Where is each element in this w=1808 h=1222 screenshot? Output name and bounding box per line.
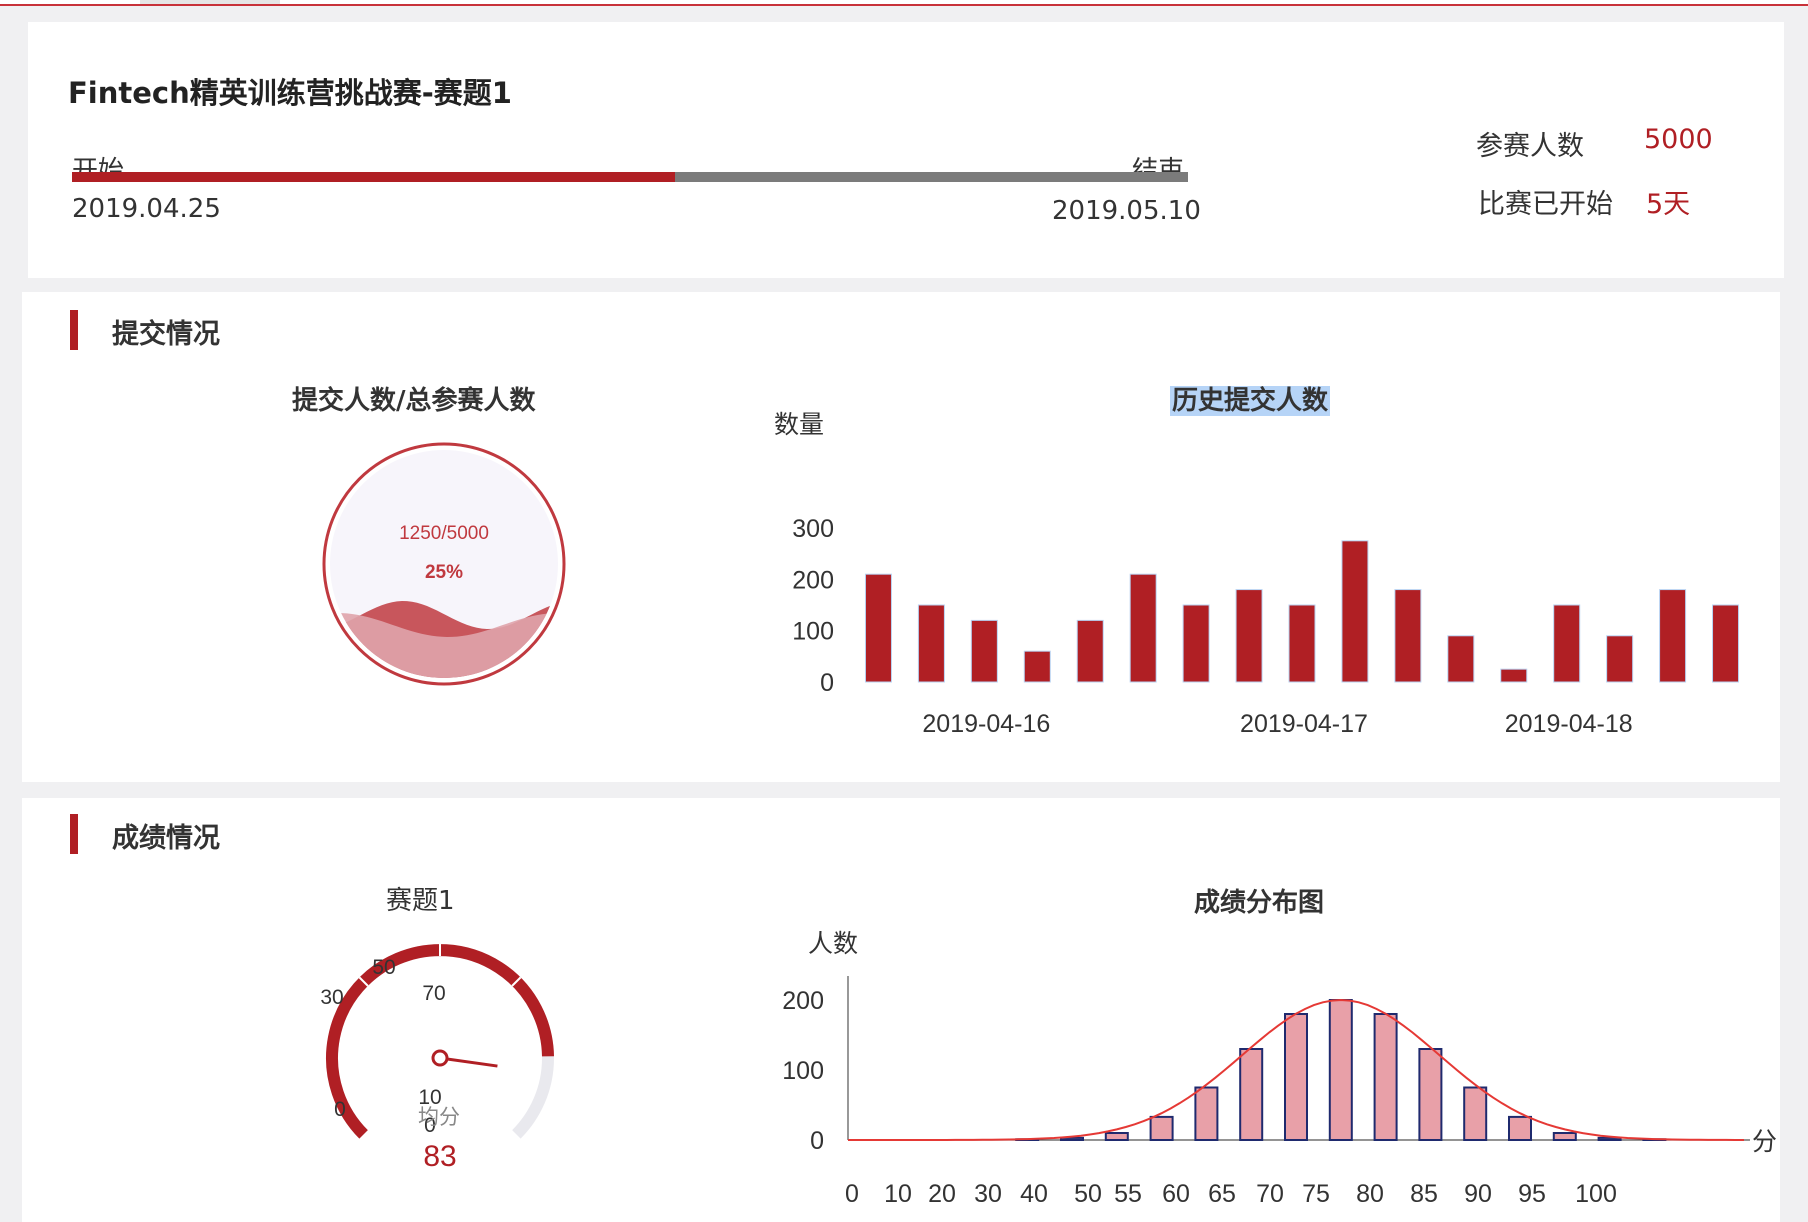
score-section-title: 成绩情况 <box>112 823 220 854</box>
distribution-x-tick-label: 85 <box>1410 1180 1438 1208</box>
history-x-tick-label: 2019-04-18 <box>1505 710 1633 738</box>
distribution-bar <box>1194 1086 1219 1141</box>
gauge-tick-label: 0 <box>334 1098 346 1121</box>
distribution-x-tick-label: 10 <box>884 1180 912 1208</box>
history-bar <box>1235 589 1263 683</box>
history-bar <box>917 604 945 683</box>
contest-progress-fill <box>72 172 675 182</box>
gauge-needle <box>439 1056 498 1068</box>
distribution-x-tick-label: 95 <box>1518 1180 1546 1208</box>
top-accent-line <box>0 0 1808 6</box>
distribution-x-tick-label: 80 <box>1356 1180 1384 1208</box>
timeline-end-date: 2019.05.10 <box>1052 196 1201 226</box>
distribution-bar <box>1418 1048 1443 1141</box>
history-y-tick-label: 0 <box>820 669 834 697</box>
gauge-avg-value: 83 <box>423 1140 456 1173</box>
submission-section-title: 提交情况 <box>112 319 220 350</box>
gauge-tick-label: 30 <box>320 986 343 1009</box>
distribution-y-tick-label: 100 <box>782 1057 824 1085</box>
history-y-axis-label: 数量 <box>774 411 824 439</box>
distribution-bar <box>1239 1048 1264 1141</box>
distribution-x-tick-label: 75 <box>1302 1180 1330 1208</box>
distribution-x-tick-label: 90 <box>1464 1180 1492 1208</box>
distribution-bar <box>1328 999 1353 1141</box>
gauge-tick-label: 70 <box>422 982 445 1005</box>
history-bar <box>1553 604 1581 683</box>
days-started-value: 5天 <box>1646 189 1691 220</box>
distribution-x-tick-label: 20 <box>928 1180 956 1208</box>
contest-progress-bar <box>72 172 1188 182</box>
gauge-avg-label: 均分 <box>418 1106 460 1129</box>
history-y-tick-label: 300 <box>792 515 834 543</box>
participants-value: 5000 <box>1644 124 1713 155</box>
gauge-needle-hub <box>431 1049 449 1067</box>
timeline-start-date: 2019.04.25 <box>72 194 221 224</box>
distribution-y-axis-label: 人数 <box>808 930 858 958</box>
distribution-bar <box>1373 1013 1398 1141</box>
distribution-x-tick-label: 100 <box>1575 1180 1617 1208</box>
submission-ratio-liquid-chart: 1250/5000 25% <box>322 442 566 686</box>
distribution-x-tick-label: 70 <box>1256 1180 1284 1208</box>
participants-label: 参赛人数 <box>1476 131 1584 162</box>
distribution-bar <box>1508 1115 1532 1141</box>
history-bar <box>1129 573 1157 683</box>
distribution-bar <box>1552 1132 1577 1141</box>
history-y-tick-label: 100 <box>792 618 834 646</box>
distribution-bar <box>1463 1086 1488 1141</box>
history-bar <box>1341 540 1369 683</box>
history-bar <box>1447 635 1475 683</box>
score-distribution-chart: 人数 0 100 200 分数 0 10 20 30 40 50 55 60 65 70 75 80 85 90 95… <box>782 930 1778 1208</box>
history-bar <box>1659 589 1687 683</box>
history-bar <box>1288 604 1316 683</box>
history-bar <box>1712 604 1740 683</box>
distribution-x-tick-label: 30 <box>974 1180 1002 1208</box>
history-bar <box>864 573 892 683</box>
gauge-title: 赛题1 <box>386 886 455 916</box>
history-bar <box>970 619 998 683</box>
history-bar <box>1182 604 1210 683</box>
average-score-gauge: 0305070100均分83 <box>320 944 554 1173</box>
history-bar <box>1394 589 1422 683</box>
contest-info-card: Fintech精英训练营挑战赛-赛题1 开始 结束 2019.04.25 201… <box>28 22 1784 278</box>
distribution-x-tick-label: 60 <box>1162 1180 1190 1208</box>
distribution-chart-title: 成绩分布图 <box>1194 888 1325 918</box>
distribution-x-axis-label: 分数 <box>1752 1128 1778 1156</box>
distribution-x-tick-label: 40 <box>1020 1180 1048 1208</box>
distribution-y-tick-label: 0 <box>810 1127 824 1155</box>
gauge-tick-label: 50 <box>372 956 395 979</box>
ratio-percent-text: 25% <box>425 562 463 583</box>
ratio-chart-title: 提交人数/总参赛人数 <box>292 386 536 416</box>
history-bar <box>1076 619 1104 683</box>
distribution-bar <box>1104 1132 1129 1141</box>
contest-title: Fintech精英训练营挑战赛-赛题1 <box>68 76 512 110</box>
history-y-tick-label: 200 <box>792 566 834 594</box>
distribution-bar <box>1284 1013 1308 1141</box>
history-bar <box>1606 635 1634 683</box>
distribution-x-tick-label: 0 <box>845 1180 859 1208</box>
history-x-tick-label: 2019-04-17 <box>1240 710 1368 738</box>
distribution-x-tick-label: 50 <box>1074 1180 1102 1208</box>
distribution-x-tick-label: 55 <box>1114 1180 1142 1208</box>
distribution-x-tick-label: 65 <box>1208 1180 1236 1208</box>
score-card: 成绩情况 赛题1 0 30 50 70 10 0 均分 83 成绩分布图 人数 0 100 200 分… <box>22 798 1780 1222</box>
distribution-y-tick-label: 200 <box>782 987 824 1015</box>
days-started-label: 比赛已开始 <box>1478 189 1613 220</box>
submission-card: 提交情况 提交人数/总参赛人数 1250/5000 25% 历史提交人数 数量 0… <box>22 292 1780 782</box>
history-bar <box>1023 650 1051 683</box>
distribution-bar <box>1149 1115 1174 1141</box>
section-accent-bar <box>70 814 78 854</box>
history-bar-chart: 数量 0 100 200 300 2019-04-16 2019-04-17 2019-04-… <box>774 411 1740 738</box>
ratio-text: 1250/5000 <box>399 523 489 544</box>
section-accent-bar <box>70 310 78 350</box>
top-tab-indicator <box>140 0 280 4</box>
history-x-tick-label: 2019-04-16 <box>922 710 1050 738</box>
history-bar <box>1500 668 1528 683</box>
